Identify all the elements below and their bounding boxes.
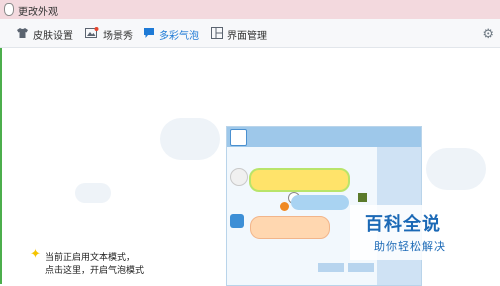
- tab-skin-settings[interactable]: 皮肤设置: [16, 26, 73, 42]
- chat-bubble-preview: [249, 168, 350, 192]
- tab-label: 场景秀: [103, 30, 133, 42]
- cloud-decoration: [75, 183, 111, 203]
- hint-line-2[interactable]: 点击这里，开启气泡模式: [45, 265, 144, 278]
- preview-header: [227, 127, 421, 147]
- tab-interface-management[interactable]: 界面管理: [211, 26, 267, 42]
- layout-icon: [211, 26, 223, 42]
- thumbnail-icon: [358, 193, 367, 202]
- speech-bubble-icon: [143, 27, 155, 42]
- tab-label: 界面管理: [227, 30, 267, 42]
- left-edge-stripe: [0, 48, 2, 284]
- tab-scene-show[interactable]: 场景秀: [85, 26, 133, 42]
- app-icon: [4, 3, 14, 16]
- tab-colorful-bubbles[interactable]: 多彩气泡: [143, 26, 199, 42]
- hint-line-1: 当前正启用文本模式，: [45, 253, 136, 263]
- avatar: [230, 214, 244, 228]
- watermark-subtitle: 助你轻松解决: [374, 240, 446, 253]
- gear-icon[interactable]: ⚙: [482, 27, 494, 42]
- sparkle-icon: ✦: [30, 247, 41, 262]
- status-dot-icon: [280, 202, 289, 211]
- cloud-decoration: [426, 148, 486, 190]
- tab-label: 皮肤设置: [33, 30, 73, 42]
- mode-hint[interactable]: 当前正启用文本模式， 点击这里，开启气泡模式: [45, 252, 144, 278]
- preview-button: [318, 263, 344, 272]
- title-bar: 更改外观: [0, 0, 500, 19]
- tab-label: 多彩气泡: [159, 30, 199, 42]
- chat-bubble-preview: [291, 195, 349, 210]
- watermark-title: 百科全说: [365, 214, 441, 235]
- toolbar: 皮肤设置 场景秀 多彩气泡 界面管理: [0, 19, 500, 48]
- preview-button: [348, 263, 374, 272]
- window-title: 更改外观: [18, 7, 58, 18]
- shirt-icon: [16, 27, 29, 42]
- picture-icon: [85, 26, 99, 42]
- cloud-decoration: [160, 118, 220, 160]
- chat-bubble-preview: [250, 216, 330, 239]
- avatar: [230, 129, 247, 146]
- avatar: [230, 168, 248, 186]
